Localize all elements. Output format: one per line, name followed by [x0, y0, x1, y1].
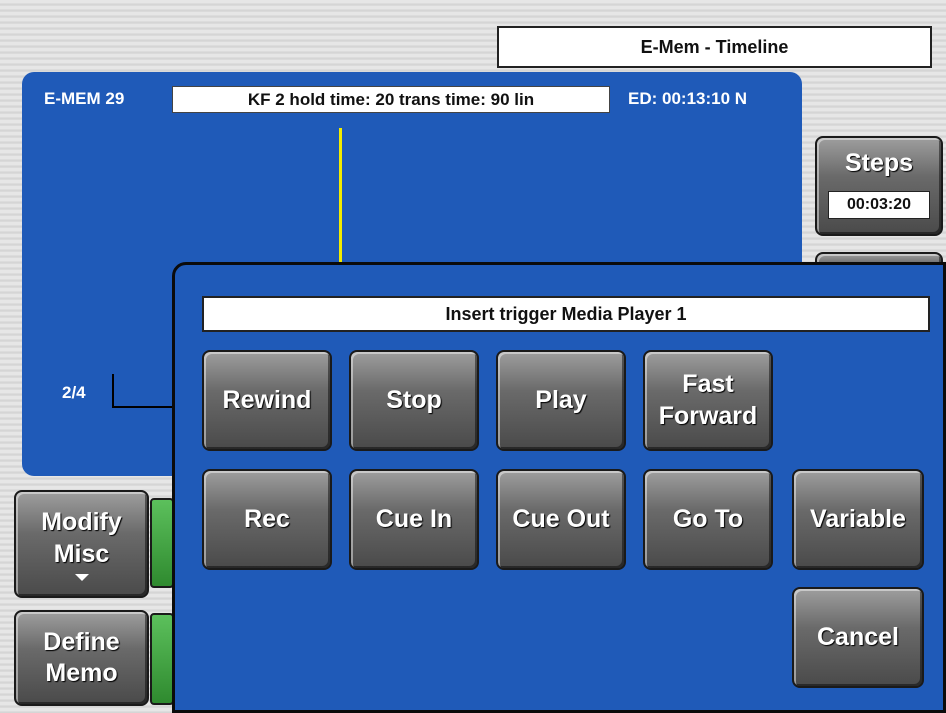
define-memo-button[interactable]: Define Memo: [14, 610, 149, 706]
green-tab-button[interactable]: [150, 498, 174, 588]
go-to-button[interactable]: Go To: [643, 469, 773, 570]
emem-label: E-MEM 29: [44, 89, 125, 108]
play-button[interactable]: Play: [496, 350, 626, 451]
cue-out-button[interactable]: Cue Out: [496, 469, 626, 570]
cue-in-button[interactable]: Cue In: [349, 469, 479, 570]
dialog-title: Insert trigger Media Player 1: [202, 296, 930, 332]
modify-label: Modify: [41, 508, 122, 537]
fast-forward-label-2: Forward: [658, 401, 758, 430]
page-indicator: 2/4: [62, 383, 86, 402]
stop-button[interactable]: Stop: [349, 350, 479, 451]
define-label: Define: [43, 627, 120, 656]
cancel-button[interactable]: Cancel: [792, 587, 924, 688]
fast-forward-button[interactable]: Fast Forward: [643, 350, 773, 451]
steps-label: Steps: [844, 149, 914, 177]
modify-misc-button[interactable]: Modify Misc: [14, 490, 149, 598]
fast-forward-label-1: Fast: [682, 370, 734, 399]
steps-button[interactable]: Steps 00:03:20: [815, 136, 943, 236]
window-title: E-Mem - Timeline: [497, 26, 932, 68]
green-tab-button[interactable]: [150, 613, 174, 705]
rec-button[interactable]: Rec: [202, 469, 332, 570]
misc-label: Misc: [53, 539, 110, 568]
keyframe-info: KF 2 hold time: 20 trans time: 90 lin: [172, 86, 610, 113]
dropdown-arrow-icon: [74, 573, 89, 581]
edit-duration-label: ED: 00:13:10 N: [628, 89, 748, 108]
memo-label: Memo: [45, 659, 118, 687]
timeline-playhead[interactable]: [339, 128, 342, 270]
rewind-button[interactable]: Rewind: [202, 350, 332, 451]
keyframe-marker: [112, 374, 114, 408]
variable-button[interactable]: Variable: [792, 469, 924, 570]
steps-value: 00:03:20: [828, 191, 930, 220]
